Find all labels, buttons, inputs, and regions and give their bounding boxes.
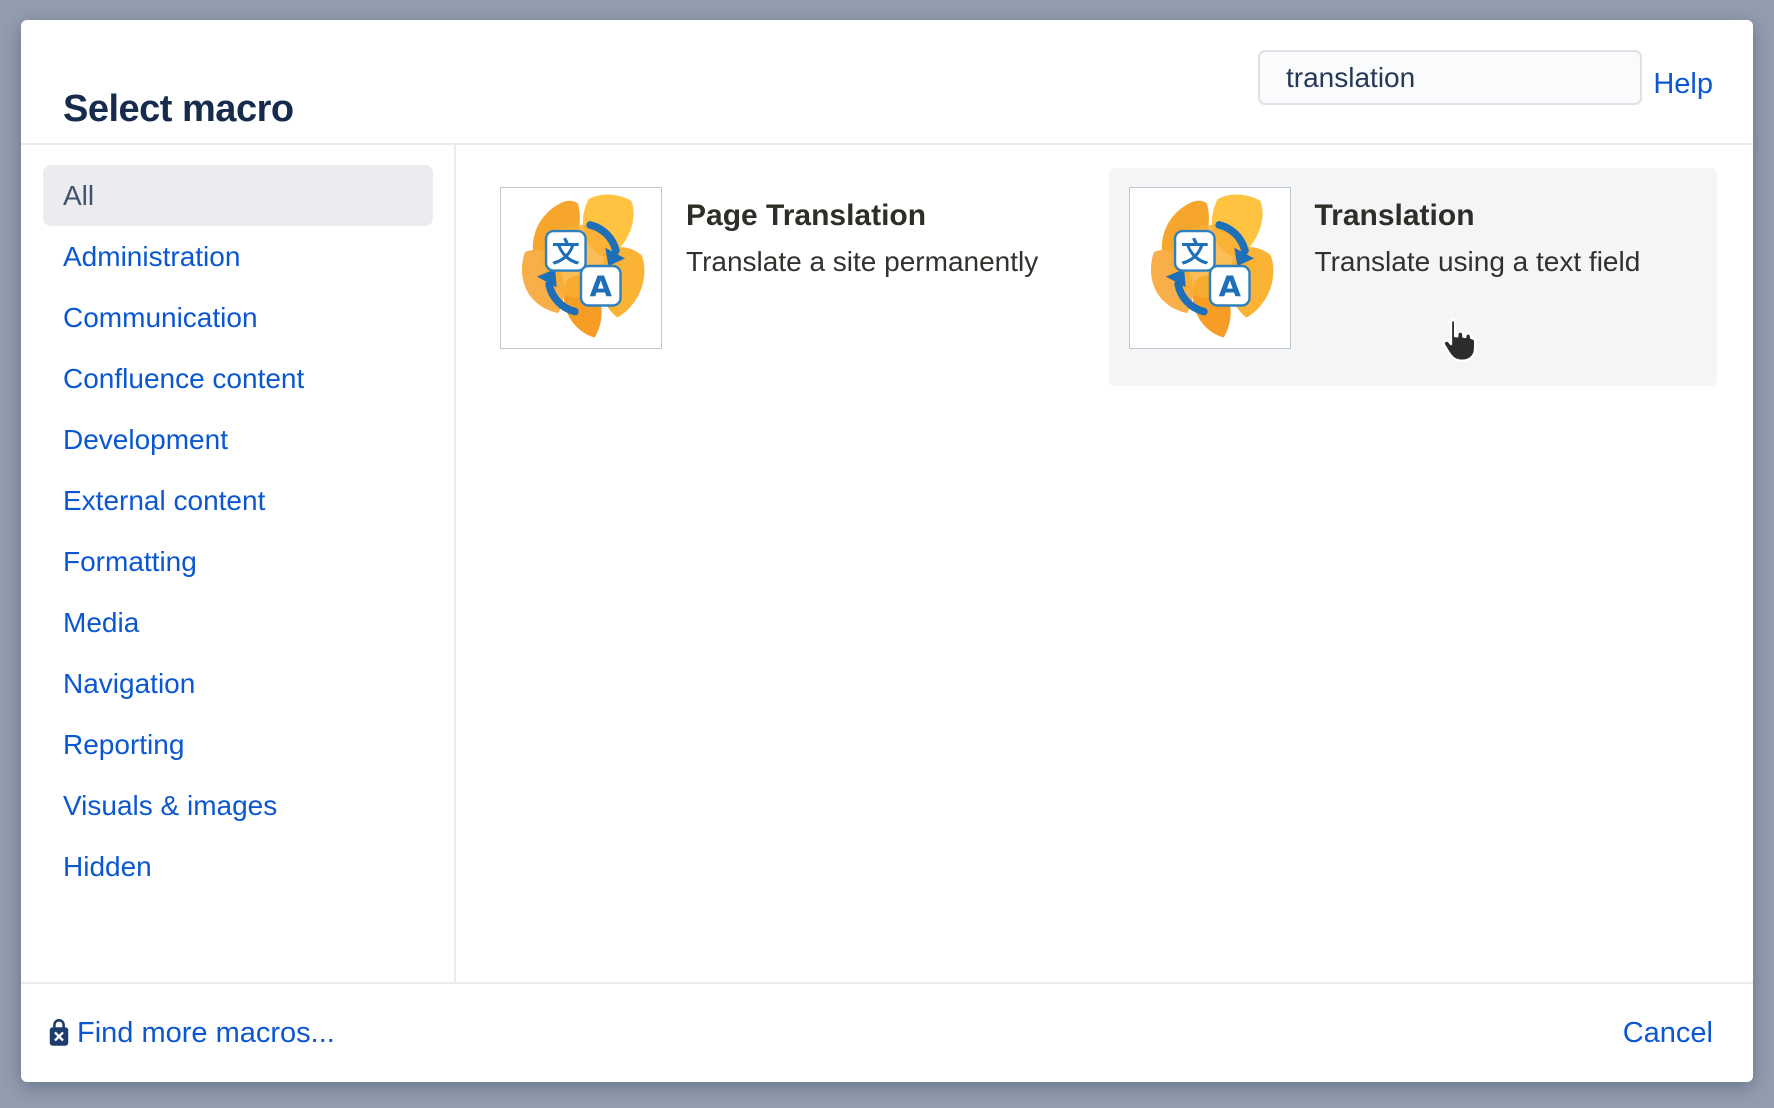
macro-card-text: Translation Translate using a text field bbox=[1315, 187, 1641, 278]
macro-search-input[interactable] bbox=[1258, 50, 1642, 105]
sidebar-item-communication[interactable]: Communication bbox=[43, 287, 433, 348]
cancel-button[interactable]: Cancel bbox=[1623, 1017, 1713, 1050]
sidebar-item-external-content[interactable]: External content bbox=[43, 470, 433, 531]
select-macro-dialog: Select macro Help All Administration Com… bbox=[21, 20, 1753, 1082]
macro-card-text: Page Translation Translate a site perman… bbox=[686, 187, 1038, 278]
translation-flower-icon: 文 A bbox=[505, 190, 657, 347]
sidebar-item-confluence-content[interactable]: Confluence content bbox=[43, 348, 433, 409]
macro-description: Translate using a text field bbox=[1315, 246, 1641, 278]
macro-card-page-translation[interactable]: 文 A Page Translation Translate a site pe… bbox=[480, 168, 1089, 386]
svg-text:文: 文 bbox=[552, 236, 580, 268]
sidebar-item-formatting[interactable]: Formatting bbox=[43, 531, 433, 592]
translation-flower-icon: 文 A bbox=[1134, 190, 1286, 347]
page-title: Select macro bbox=[63, 88, 294, 131]
svg-text:A: A bbox=[1218, 269, 1241, 303]
macro-title: Page Translation bbox=[686, 199, 1038, 233]
sidebar-item-administration[interactable]: Administration bbox=[43, 226, 433, 287]
sidebar-item-navigation[interactable]: Navigation bbox=[43, 653, 433, 714]
macro-icon-box: 文 A bbox=[500, 187, 662, 349]
macro-description: Translate a site permanently bbox=[686, 246, 1038, 278]
sidebar-item-hidden[interactable]: Hidden bbox=[43, 836, 433, 897]
macro-card-translation[interactable]: 文 A Translation Translate using a text f… bbox=[1109, 168, 1718, 386]
sidebar-item-media[interactable]: Media bbox=[43, 592, 433, 653]
help-link[interactable]: Help bbox=[1653, 68, 1713, 101]
translation-flower-icon: 文 A bbox=[1134, 190, 1286, 342]
macro-icon-box: 文 A bbox=[1129, 187, 1291, 349]
find-more-macros-link[interactable]: Find more macros... bbox=[47, 1017, 335, 1050]
sidebar-item-reporting[interactable]: Reporting bbox=[43, 714, 433, 775]
category-list: All Administration Communication Conflue… bbox=[21, 165, 454, 897]
dialog-footer: Find more macros... Cancel bbox=[21, 982, 1753, 1082]
page-background: { "dialog": { "title": "Select macro", "… bbox=[0, 0, 1774, 1108]
sidebar-item-development[interactable]: Development bbox=[43, 409, 433, 470]
sidebar-item-visuals-images[interactable]: Visuals & images bbox=[43, 775, 433, 836]
svg-text:A: A bbox=[590, 269, 613, 303]
macro-results-list: 文 A Page Translation Translate a site pe… bbox=[456, 145, 1753, 982]
svg-text:文: 文 bbox=[1181, 236, 1209, 268]
macro-title: Translation bbox=[1315, 199, 1641, 233]
translation-flower-icon: 文 A bbox=[505, 190, 657, 342]
marketplace-bag-icon bbox=[47, 1018, 71, 1048]
category-sidebar: All Administration Communication Conflue… bbox=[21, 145, 456, 982]
dialog-header: Select macro Help bbox=[21, 20, 1753, 145]
sidebar-item-all[interactable]: All bbox=[43, 165, 433, 226]
dialog-body: All Administration Communication Conflue… bbox=[21, 145, 1753, 982]
find-more-macros-label: Find more macros... bbox=[77, 1017, 335, 1050]
